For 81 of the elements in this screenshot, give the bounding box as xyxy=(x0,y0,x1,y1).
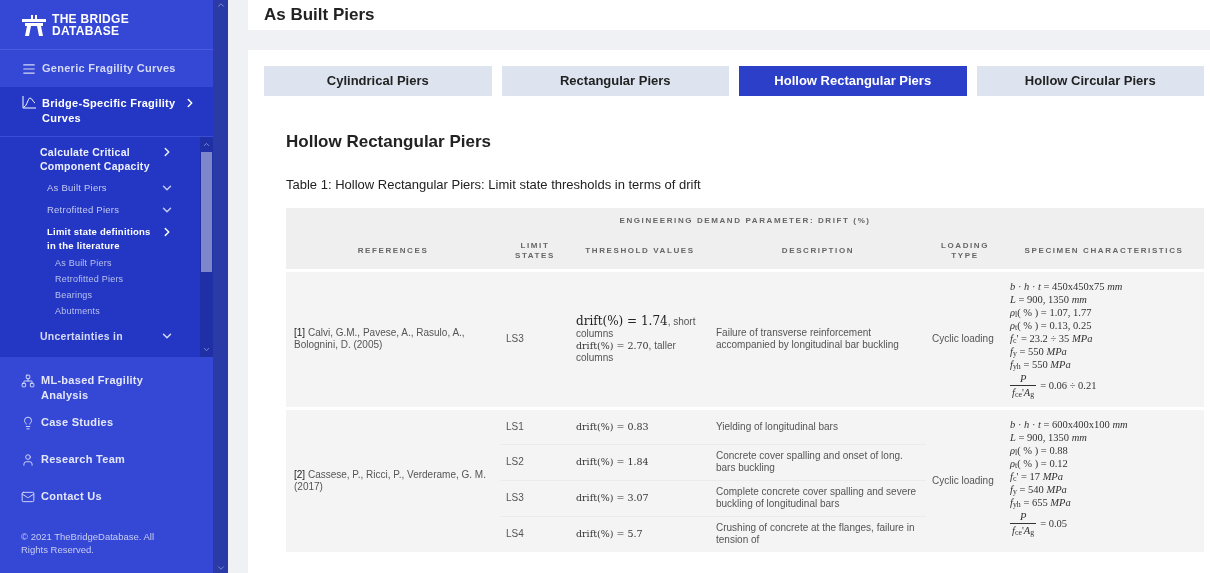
limit-state-text: LS3 xyxy=(506,333,524,344)
section-heading: Hollow Rectangular Piers xyxy=(286,131,492,153)
nav-item[interactable]: As Built Piers xyxy=(47,179,174,197)
nav-item[interactable]: Abutments xyxy=(55,303,174,319)
limit-state-text: LS1 xyxy=(506,420,524,432)
tab[interactable]: Hollow Rectangular Piers xyxy=(739,66,967,96)
tab[interactable]: Hollow Circular Piers xyxy=(976,66,1204,96)
reference-text: [1] Calvi, G.M., Pavese, A., Rasulo, A., Bolognini, D. (2005) xyxy=(294,327,465,350)
nav-item[interactable]: Case Studies xyxy=(0,409,213,446)
network-icon xyxy=(21,374,35,388)
formula-text: f$_{c}$' = 23.2 ÷ 35 MPa xyxy=(1010,331,1094,345)
curve-chart-icon xyxy=(22,96,36,109)
description-text: Concrete cover spalling and onset of long. bars buckling xyxy=(716,450,903,473)
formula-text: f$_{y}$ = 550 MPa xyxy=(1010,344,1068,358)
formula-text: L = 900, 1350 mm xyxy=(1010,430,1088,444)
limit-state-text: LS2 xyxy=(506,456,524,467)
description-text: Crushing of concrete at the flanges, failure in tension of xyxy=(716,522,915,546)
nav-item[interactable]: Limit state definitions in the literature xyxy=(47,223,174,255)
formula-text: b · h · t = 450x450x75 mm xyxy=(1010,279,1124,293)
scrollbar[interactable] xyxy=(213,0,228,573)
lightbulb-icon xyxy=(21,416,35,430)
formula-text: L = 900, 1350 mm xyxy=(1010,292,1088,306)
description-text: Complete concrete cover spalling and severe buckling of longitudinal bars xyxy=(716,486,917,509)
scroll-down-icon xyxy=(202,345,211,354)
column-header: LOADING TYPE xyxy=(940,241,990,261)
user-icon xyxy=(21,453,35,467)
nav-item[interactable]: ML-based Fragility Analysis xyxy=(0,367,213,409)
formula-text: f$_{y}$ = 540 MPa xyxy=(1010,482,1068,496)
formula-text: f$_{c}$' = 17 MPa xyxy=(1010,469,1065,483)
nav-item[interactable]: Uncertainties in xyxy=(40,329,174,343)
column-group-header: ENGINEERING DEMAND PARAMETER: DRIFT (%) xyxy=(619,216,871,225)
threshold-text: drift(%) = 5.7 xyxy=(576,528,644,541)
nav-item[interactable]: Calculate Critical Component Capacity xyxy=(40,145,174,173)
scrollbar[interactable] xyxy=(200,137,213,357)
logo-text: THE BRIDGE xyxy=(52,12,129,25)
description-text: Failure of transverse reinforcement accompanied by longitudinal bar buckling xyxy=(716,327,899,350)
bridge-logo-icon xyxy=(22,13,46,36)
formula-text: ρ$_{l}$( % ) = 0.88 xyxy=(1010,443,1069,457)
limit-state-text: LS3 xyxy=(506,492,524,503)
nav-item[interactable]: Retrofitted Piers xyxy=(47,201,174,219)
page-title: As Built Piers xyxy=(264,4,375,27)
nav-item[interactable]: Research Team xyxy=(0,446,213,483)
scroll-down-icon xyxy=(215,563,226,573)
limit-state-text: LS4 xyxy=(506,528,524,540)
scroll-up-icon xyxy=(215,0,226,10)
list-icon xyxy=(22,61,36,76)
tab[interactable]: Cylindrical Piers xyxy=(264,66,492,96)
column-header: THRESHOLD VALUES xyxy=(585,246,695,256)
formula-text: ρ$_{t}$( % ) = 0.13, 0.25 xyxy=(1010,318,1093,332)
column-header: SPECIMEN CHARACTERISTICS xyxy=(1024,246,1184,256)
nav-item[interactable]: Contact Us xyxy=(0,483,213,520)
threshold-text: drift(%) = 3.07 xyxy=(576,492,650,504)
reference-text: [2] Cassese, P., Ricci, P., Verderame, G. M. (2017) xyxy=(294,468,486,492)
scroll-thumb[interactable] xyxy=(201,152,212,272)
formula-text: f$_{yh}$ = 655 MPa xyxy=(1010,496,1072,509)
nav-item[interactable]: Generic Fragility Curves xyxy=(0,50,213,87)
formula-text: ρ$_{l}$( % ) = 1.07, 1.77 xyxy=(1010,305,1093,319)
table-caption: Table 1: Hollow Rectangular Piers: Limit state thresholds in terms of drift xyxy=(286,175,702,194)
nav-item[interactable]: Retrofitted Piers xyxy=(55,271,174,287)
column-header: DESCRIPTION xyxy=(781,246,855,256)
formula-text: b · h · t = 600x400x100 mm xyxy=(1010,417,1129,431)
threshold-text: drift(%) = 1.84 xyxy=(576,456,650,468)
loading-type-text: Cyclic loading xyxy=(932,333,994,344)
mail-icon xyxy=(21,490,35,504)
formula: P f$_{ce}$'A$_{g}$ = 0.05 xyxy=(1010,509,1069,537)
formula-text: ρ$_{t}$( % ) = 0.12 xyxy=(1010,456,1069,470)
description-text: Yielding of longitudinal bars xyxy=(716,420,838,432)
loading-type-text: Cyclic loading xyxy=(932,474,994,486)
column-header: LIMIT STATES xyxy=(515,241,555,261)
tab[interactable]: Rectangular Piers xyxy=(501,66,729,96)
formula-text: f$_{yh}$ = 550 MPa xyxy=(1010,358,1072,371)
threshold-text: drift(%) = 2.70, taller columns xyxy=(576,339,677,364)
formula: P f$_{ce}$'A$_{g}$ = 0.06 ÷ 0.21 xyxy=(1010,371,1098,399)
threshold-text: drift(%) = 1.74, short columns xyxy=(576,314,697,340)
threshold-text: drift(%) = 0.83 xyxy=(576,420,650,433)
logo-text: DATABASE xyxy=(52,24,121,37)
scroll-up-icon xyxy=(202,140,211,149)
column-header: REFERENCES xyxy=(357,246,429,256)
nav-item[interactable]: Bearings xyxy=(55,287,174,303)
nav-item[interactable]: As Built Piers xyxy=(55,255,174,271)
copyright-text: © 2021 TheBridgeDatabase. All Rights Reserved. xyxy=(20,530,156,556)
